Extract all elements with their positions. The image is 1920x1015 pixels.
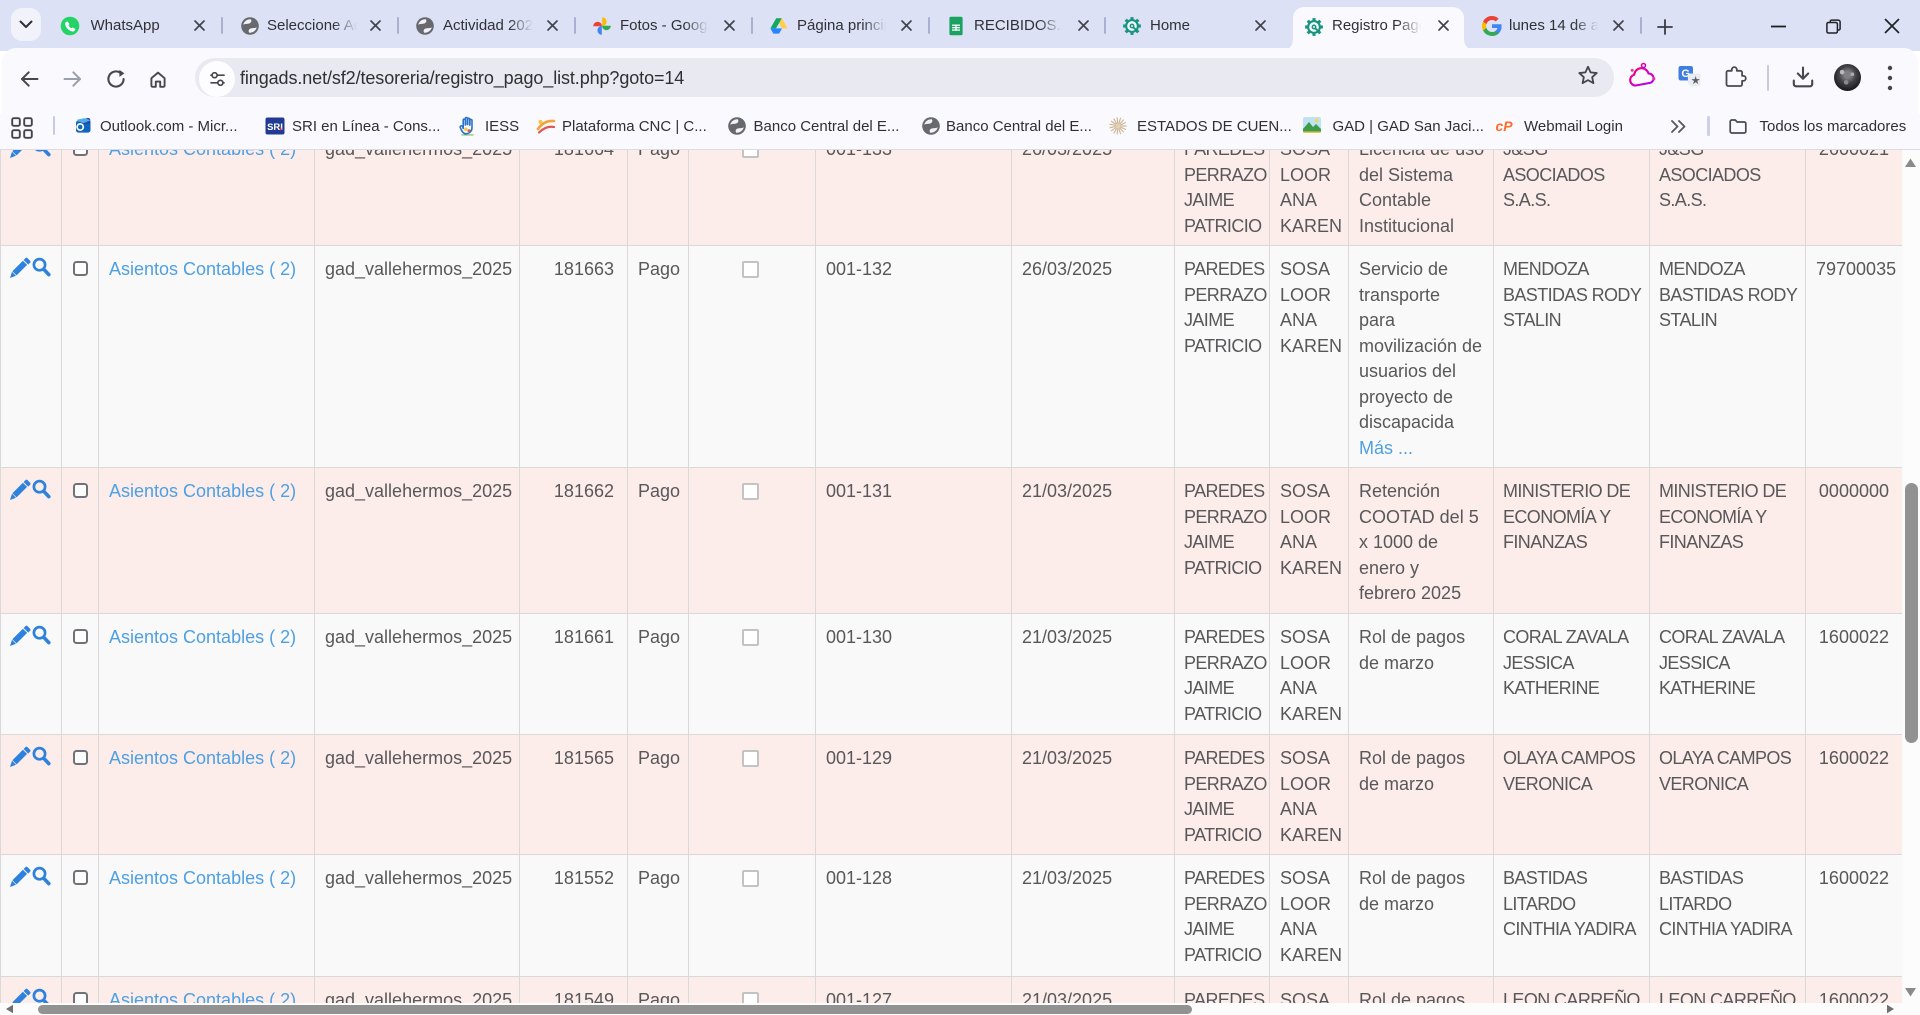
svg-text:★: ★ [1691, 75, 1700, 86]
svg-text:cP: cP [1495, 118, 1513, 134]
svg-text:SRI: SRI [267, 122, 283, 133]
